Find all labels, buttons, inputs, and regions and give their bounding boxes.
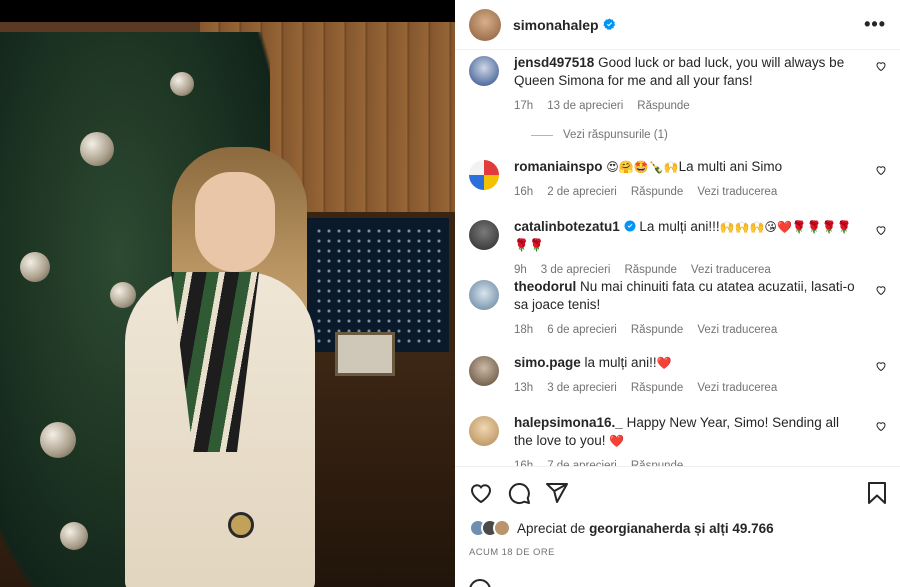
- translate-button[interactable]: Vezi traducerea: [697, 183, 777, 201]
- comment-likes[interactable]: 6 de aprecieri: [547, 321, 617, 339]
- translate-button[interactable]: Vezi traducerea: [697, 379, 777, 397]
- comment-emoji: ❤️: [656, 356, 672, 370]
- reply-button[interactable]: Răspunde: [631, 379, 683, 397]
- reply-button[interactable]: Răspunde: [624, 261, 676, 279]
- author-avatar[interactable]: [469, 8, 501, 41]
- post-photo: [0, 22, 455, 587]
- reply-button[interactable]: Răspunde: [637, 97, 689, 115]
- comment-emoji: 😍🤗🤩🍾🙌: [606, 160, 679, 174]
- comment-avatar[interactable]: [469, 220, 499, 250]
- media-top-bar: [0, 0, 455, 22]
- comment-likes[interactable]: 3 de aprecieri: [541, 261, 611, 279]
- comment-time[interactable]: 9h: [514, 261, 527, 279]
- reply-button[interactable]: Răspunde: [631, 321, 683, 339]
- reply-button[interactable]: Răspunde: [631, 457, 683, 466]
- comment-avatar[interactable]: [469, 160, 499, 190]
- translate-button[interactable]: Vezi traducerea: [691, 261, 771, 279]
- comment-likes[interactable]: 7 de aprecieri: [547, 457, 617, 466]
- comment-time[interactable]: 18h: [514, 321, 533, 339]
- likes-summary[interactable]: Apreciat de georgianaherda și alți 49.76…: [469, 519, 774, 537]
- share-icon[interactable]: [545, 481, 569, 505]
- more-options-icon[interactable]: •••: [864, 14, 886, 35]
- person-face: [195, 172, 275, 272]
- replies-divider: [531, 134, 553, 136]
- view-replies-label[interactable]: Vezi răspunsurile (1): [563, 129, 668, 141]
- picture-frame: [335, 332, 395, 376]
- comment-emoji: ❤️: [609, 434, 625, 448]
- like-heart-icon[interactable]: [875, 360, 887, 372]
- author-username[interactable]: simonahalep: [513, 17, 599, 33]
- post-panel: simonahalep ••• jensd497518 Good luck or…: [455, 0, 900, 587]
- comment-avatar[interactable]: [469, 56, 499, 86]
- comment-username[interactable]: simo.page: [514, 355, 581, 370]
- comment-icon[interactable]: [507, 481, 531, 505]
- like-heart-icon[interactable]: [875, 60, 887, 72]
- like-heart-icon[interactable]: [875, 164, 887, 176]
- comment-text: La mulți ani!!!: [639, 219, 720, 234]
- likes-count[interactable]: și alți 49.766: [694, 521, 774, 536]
- ornament: [60, 522, 88, 550]
- likes-prefix: Apreciat de: [517, 520, 586, 536]
- comment-avatar[interactable]: [469, 356, 499, 386]
- comment-username[interactable]: theodorul: [514, 279, 576, 294]
- translate-button[interactable]: Vezi traducerea: [697, 321, 777, 339]
- comment-likes[interactable]: 13 de aprecieri: [547, 97, 623, 115]
- liker-avatars: [469, 519, 511, 537]
- verified-badge-icon: [624, 220, 636, 232]
- comment-avatar[interactable]: [469, 280, 499, 310]
- like-heart-icon[interactable]: [875, 284, 887, 296]
- ornament: [170, 72, 194, 96]
- emoji-icon[interactable]: [469, 579, 491, 587]
- comment-username[interactable]: jensd497518: [514, 55, 594, 70]
- comment-likes[interactable]: 3 de aprecieri: [547, 379, 617, 397]
- comment-time[interactable]: 16h: [514, 183, 533, 201]
- comment-text: La multi ani Simo: [678, 159, 783, 174]
- comment-username[interactable]: catalinbotezatu1: [514, 219, 620, 234]
- like-heart-icon[interactable]: [875, 224, 887, 236]
- comment-time[interactable]: 17h: [514, 97, 533, 115]
- like-icon[interactable]: [469, 481, 493, 505]
- comment-avatar[interactable]: [469, 416, 499, 446]
- reply-button[interactable]: Răspunde: [631, 183, 683, 201]
- ornament: [110, 282, 136, 308]
- liker-avatar: [493, 519, 511, 537]
- comments-list[interactable]: jensd497518 Good luck or bad luck, you w…: [455, 50, 900, 466]
- comment-username[interactable]: halepsimona16._: [514, 415, 623, 430]
- ornament: [20, 252, 50, 282]
- like-heart-icon[interactable]: [875, 420, 887, 432]
- comment-username[interactable]: romaniainspo: [514, 159, 603, 174]
- comment-likes[interactable]: 2 de aprecieri: [547, 183, 617, 201]
- ornament: [80, 132, 114, 166]
- liker-username[interactable]: georgianaherda: [589, 521, 690, 536]
- watch: [228, 512, 254, 538]
- ornament: [40, 422, 76, 458]
- comment-text: la mulți ani!!: [584, 355, 657, 370]
- comment-time[interactable]: 16h: [514, 457, 533, 466]
- post-actions: Apreciat de georgianaherda și alți 49.76…: [455, 466, 900, 587]
- post-media[interactable]: [0, 0, 455, 587]
- view-replies-button[interactable]: Vezi răspunsurile (1): [531, 129, 668, 141]
- bookmark-icon[interactable]: [866, 481, 888, 505]
- post-timestamp[interactable]: Acum 18 de ore: [469, 547, 555, 558]
- post-header: simonahalep •••: [455, 0, 900, 50]
- verified-badge-icon: [602, 18, 615, 30]
- comment-time[interactable]: 13h: [514, 379, 533, 397]
